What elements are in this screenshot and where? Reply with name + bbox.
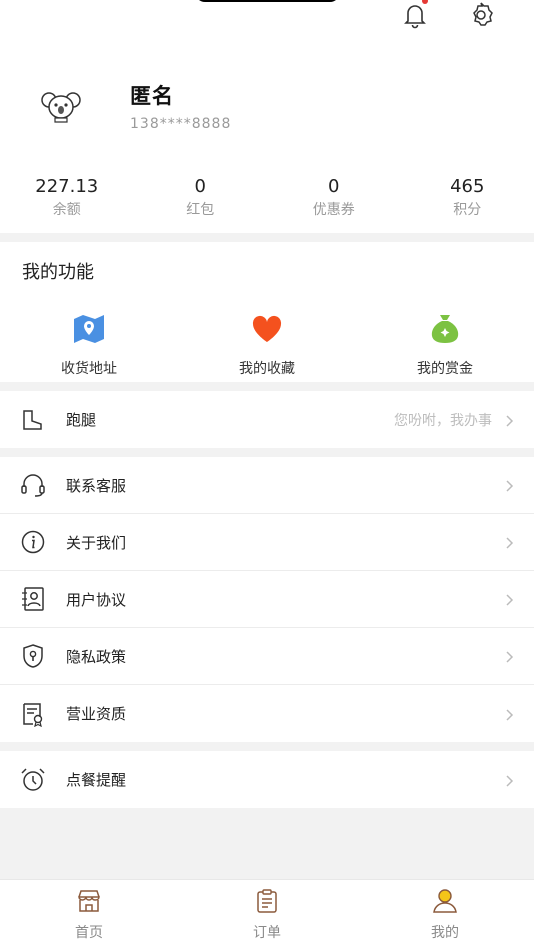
chevron-right-icon [504, 707, 514, 721]
menu-item-about[interactable]: 关于我们 [0, 514, 534, 571]
tab-label: 我的 [431, 925, 459, 941]
my-functions-panel: 我的功能 收货地址 我的收藏 我的赏金 [0, 242, 534, 382]
menu-label: 点餐提醒 [66, 771, 127, 789]
account-stats: 227.13 余额 0 红包 0 优惠券 465 积分 [0, 176, 534, 219]
shield-lock-icon [20, 643, 46, 669]
header-actions [400, 0, 496, 30]
errand-section: 跑腿 您吩咐，我办事 [0, 391, 534, 448]
stat-value: 465 [450, 176, 485, 197]
tab-label: 首页 [75, 925, 103, 941]
chevron-right-icon [504, 773, 514, 787]
tab-label: 订单 [253, 925, 281, 941]
user-name: 匿名 [130, 84, 174, 108]
chevron-right-icon [504, 478, 514, 492]
settings-gear-icon[interactable] [466, 0, 496, 30]
alarm-clock-icon [20, 767, 46, 793]
stat-label: 优惠券 [312, 202, 355, 218]
bell-icon[interactable] [400, 0, 430, 30]
menu-label: 隐私政策 [66, 647, 127, 666]
money-bag-icon [428, 312, 462, 346]
menu-label: 联系客服 [66, 476, 127, 495]
stat-label: 红包 [186, 202, 215, 218]
menu-section: 联系客服 关于我们 用户协议 隐私政策 营业资质 [0, 457, 534, 742]
info-icon [20, 529, 46, 555]
stat-label: 积分 [453, 202, 482, 218]
chevron-right-icon [504, 592, 514, 606]
map-icon [72, 312, 106, 346]
function-label: 我的赏金 [417, 361, 473, 377]
tab-mine[interactable]: 我的 [356, 880, 534, 950]
clipboard-icon [254, 888, 280, 914]
tab-home[interactable]: 首页 [0, 880, 178, 950]
function-bounty[interactable]: 我的赏金 [356, 312, 534, 378]
stat-points[interactable]: 465 积分 [401, 176, 534, 219]
bottom-tab-bar: 首页 订单 我的 [0, 879, 534, 950]
function-favorites[interactable]: 我的收藏 [178, 312, 356, 378]
person-icon [432, 888, 458, 914]
stat-value: 0 [328, 176, 340, 197]
menu-item-privacy-policy[interactable]: 隐私政策 [0, 628, 534, 685]
boot-icon [20, 407, 46, 433]
menu-item-errand[interactable]: 跑腿 您吩咐，我办事 [0, 391, 534, 448]
chevron-right-icon [504, 649, 514, 663]
function-label: 收货地址 [61, 361, 117, 377]
profile-header: 匿名 138****8888 227.13 余额 0 红包 0 优惠券 465 … [0, 0, 534, 233]
stat-red-packet[interactable]: 0 红包 [134, 176, 268, 219]
stat-label: 余额 [52, 202, 81, 218]
section-title: 我的功能 [22, 262, 94, 283]
chevron-right-icon [504, 535, 514, 549]
menu-label: 营业资质 [66, 705, 127, 723]
menu-label: 用户协议 [66, 590, 127, 609]
menu-item-order-reminder[interactable]: 点餐提醒 [0, 751, 534, 808]
menu-item-business-license[interactable]: 营业资质 [0, 685, 534, 742]
tab-orders[interactable]: 订单 [178, 880, 356, 950]
stat-coupons[interactable]: 0 优惠券 [267, 176, 401, 219]
device-notch [195, 0, 340, 2]
function-address[interactable]: 收货地址 [0, 312, 178, 378]
avatar[interactable] [40, 85, 82, 127]
stat-value: 0 [194, 176, 206, 197]
menu-label: 跑腿 [66, 411, 97, 429]
shop-icon [76, 888, 102, 914]
menu-item-user-agreement[interactable]: 用户协议 [0, 571, 534, 628]
stat-balance[interactable]: 227.13 余额 [0, 176, 134, 219]
chevron-right-icon [504, 413, 514, 427]
menu-item-contact-service[interactable]: 联系客服 [0, 457, 534, 514]
user-profile[interactable]: 匿名 138****8888 [40, 80, 231, 132]
menu-hint: 您吩咐，我办事 [394, 412, 492, 429]
headset-icon [20, 472, 46, 498]
menu-label: 关于我们 [66, 533, 127, 552]
user-doc-icon [20, 586, 46, 612]
reminder-section: 点餐提醒 [0, 751, 534, 808]
certificate-icon [20, 701, 46, 727]
heart-icon [250, 312, 284, 346]
user-phone: 138****8888 [130, 116, 232, 132]
stat-value: 227.13 [35, 176, 99, 197]
function-label: 我的收藏 [239, 361, 295, 377]
